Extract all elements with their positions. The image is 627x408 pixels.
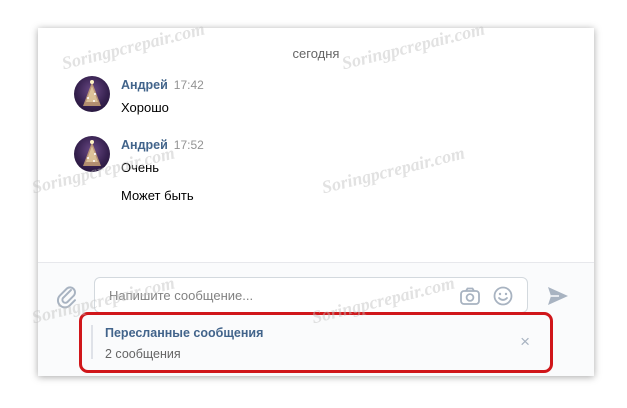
message-body: Андрей 17:42 Хорошо <box>121 76 521 115</box>
message-text: Может быть <box>121 188 194 203</box>
forwarded-quote-bar <box>91 325 93 359</box>
message-composer: Пересланные сообщения 2 сообщения × <box>38 262 594 376</box>
avatar[interactable] <box>74 76 110 112</box>
message-body: Андрей 17:52 Очень Может быть <box>121 136 521 203</box>
forwarded-count: 2 сообщения <box>105 347 181 361</box>
message-input-box[interactable] <box>94 277 528 313</box>
date-separator: сегодня <box>292 46 340 61</box>
message-author[interactable]: Андрей <box>121 138 168 152</box>
paperclip-icon[interactable] <box>54 283 80 309</box>
forwarded-messages-panel: Пересланные сообщения 2 сообщения × <box>78 313 550 375</box>
christmas-tree-avatar-icon <box>83 80 101 106</box>
message-text: Очень <box>121 160 160 175</box>
close-icon[interactable]: × <box>520 333 530 350</box>
christmas-tree-avatar-icon <box>83 140 101 166</box>
message-author[interactable]: Андрей <box>121 78 168 92</box>
camera-icon[interactable] <box>459 286 481 306</box>
send-arrow-icon[interactable] <box>546 285 570 307</box>
avatar[interactable] <box>74 136 110 172</box>
message-text: Хорошо <box>121 100 169 115</box>
message-input[interactable] <box>107 287 451 304</box>
forwarded-title[interactable]: Пересланные сообщения <box>105 326 263 340</box>
smile-icon[interactable] <box>493 286 513 306</box>
message-time[interactable]: 17:52 <box>174 138 204 152</box>
chat-window: сегодня Андрей 17:42 Хорошо Андрей 17:52… <box>38 28 594 376</box>
message-time[interactable]: 17:42 <box>174 78 204 92</box>
